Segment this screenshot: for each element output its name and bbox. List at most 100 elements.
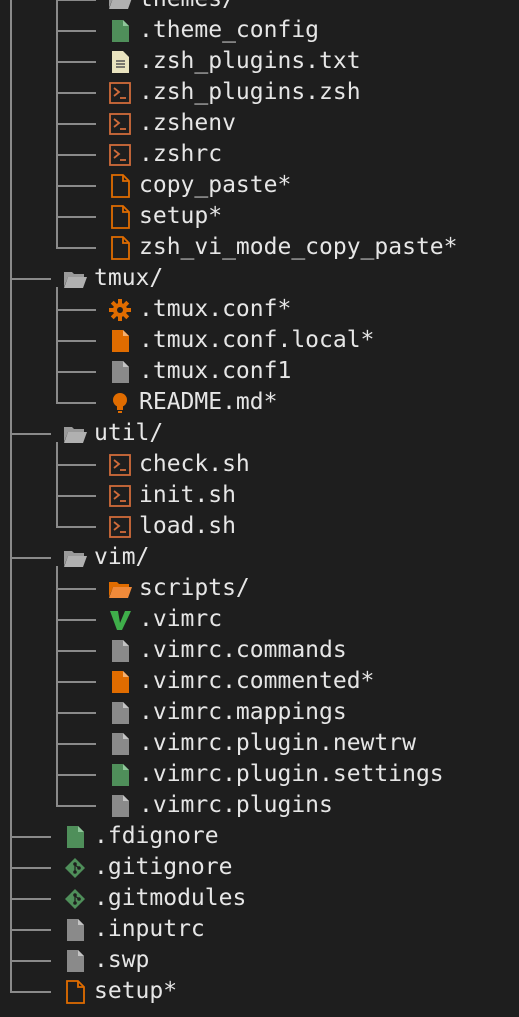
tree-connector	[56, 61, 96, 63]
gear-icon	[108, 298, 132, 322]
file-gray-icon	[63, 949, 87, 973]
file-outline-orange-icon	[63, 980, 87, 1004]
file-name: .vimrc.plugin.settings	[139, 761, 444, 787]
tree-file-row[interactable]: .tmux.conf.local*	[0, 325, 519, 356]
tree-connector	[56, 526, 96, 528]
file-name: setup*	[139, 203, 223, 229]
tree-file-row[interactable]: .gitignore	[0, 852, 519, 883]
file-name: .gitignore	[94, 854, 233, 880]
tree-connector	[56, 619, 96, 621]
tree-file-row[interactable]: .zsh_plugins.zsh	[0, 77, 519, 108]
tree-file-row[interactable]: zsh_vi_mode_copy_paste*	[0, 232, 519, 263]
tree-file-row[interactable]: .theme_config	[0, 15, 519, 46]
tree-connector	[56, 340, 96, 342]
lightbulb-icon	[108, 391, 132, 415]
tree-connector	[56, 743, 96, 745]
tree-file-row[interactable]: load.sh	[0, 511, 519, 542]
tree-connector	[56, 464, 96, 466]
tree-connector	[56, 123, 96, 125]
file-name: .fdignore	[94, 823, 219, 849]
tree-file-row[interactable]: .vimrc.plugin.newtrw	[0, 728, 519, 759]
folder-name: themes/	[139, 0, 236, 15]
tree-connector	[10, 867, 51, 869]
tree-root-line	[10, 0, 12, 992]
file-gray-icon	[108, 701, 132, 725]
shell-script-icon	[108, 143, 132, 167]
tree-connector	[56, 495, 96, 497]
tree-file-row[interactable]: .fdignore	[0, 821, 519, 852]
tree-file-row[interactable]: .gitmodules	[0, 883, 519, 914]
file-name: .zshrc	[139, 141, 223, 167]
tree-connector	[10, 991, 51, 993]
tree-connector	[56, 247, 96, 249]
tree-folder-row[interactable]: vim/	[0, 542, 519, 573]
tree-connector	[56, 154, 96, 156]
shell-script-icon	[108, 515, 132, 539]
tree-file-row[interactable]: .swp	[0, 945, 519, 976]
tree-connector	[10, 433, 51, 435]
file-name: scripts/	[139, 575, 250, 601]
file-name: .gitmodules	[94, 885, 247, 911]
tree-connector	[56, 30, 96, 32]
tree-connector	[56, 371, 96, 373]
tree-connector	[56, 712, 96, 714]
tree-file-row[interactable]: .tmux.conf1	[0, 356, 519, 387]
tree-connector	[56, 774, 96, 776]
tree-branch-line	[56, 442, 58, 527]
tree-connector	[56, 216, 96, 218]
tree-file-row[interactable]: copy_paste*	[0, 170, 519, 201]
tree-connector	[56, 650, 96, 652]
vim-icon	[108, 608, 132, 632]
tree-file-row[interactable]: README.md*	[0, 387, 519, 418]
file-name: init.sh	[139, 482, 236, 508]
tree-file-row[interactable]: .vimrc.plugin.settings	[0, 759, 519, 790]
tree-file-row[interactable]: .vimrc.mappings	[0, 697, 519, 728]
tree-file-row[interactable]: setup*	[0, 201, 519, 232]
file-name: .tmux.conf1	[139, 358, 292, 384]
tree-file-row[interactable]: .tmux.conf*	[0, 294, 519, 325]
file-name: .vimrc.plugin.newtrw	[139, 730, 416, 756]
tree-file-row[interactable]: scripts/	[0, 573, 519, 604]
file-name: .tmux.conf*	[139, 296, 292, 322]
tree-connector	[10, 898, 51, 900]
tree-file-row[interactable]: .inputrc	[0, 914, 519, 945]
tree-folder-row[interactable]: util/	[0, 418, 519, 449]
tree-connector	[10, 929, 51, 931]
file-orange-icon	[108, 670, 132, 694]
file-name: .vimrc	[139, 606, 223, 632]
file-name: .tmux.conf.local*	[139, 327, 375, 353]
file-tree: themes/ .theme_config .zsh_plugins.txt .zsh…	[0, 0, 519, 1017]
folder-name: tmux/	[94, 265, 164, 291]
file-outline-orange-icon	[108, 174, 132, 198]
tree-folder-row[interactable]: themes/	[0, 0, 519, 15]
git-icon	[63, 887, 87, 911]
tree-file-row[interactable]: .zshenv	[0, 108, 519, 139]
file-gray-icon	[108, 732, 132, 756]
tree-connector	[56, 185, 96, 187]
file-outline-orange-icon	[108, 205, 132, 229]
folder-open-icon	[63, 267, 87, 291]
tree-file-row[interactable]: .vimrc.commands	[0, 635, 519, 666]
file-green-icon	[63, 825, 87, 849]
tree-connector	[56, 402, 96, 404]
file-name: README.md*	[139, 389, 278, 415]
tree-file-row[interactable]: .vimrc	[0, 604, 519, 635]
shell-script-icon	[108, 112, 132, 136]
tree-file-row[interactable]: .vimrc.commented*	[0, 666, 519, 697]
tree-file-row[interactable]: .zshrc	[0, 139, 519, 170]
tree-connector	[56, 309, 96, 311]
tree-connector	[10, 960, 51, 962]
shell-script-icon	[108, 453, 132, 477]
file-name: .zsh_plugins.txt	[139, 48, 361, 74]
tree-connector	[10, 557, 51, 559]
git-icon	[63, 856, 87, 880]
tree-file-row[interactable]: check.sh	[0, 449, 519, 480]
file-name: .vimrc.plugins	[139, 792, 333, 818]
tree-file-row[interactable]: .zsh_plugins.txt	[0, 46, 519, 77]
tree-file-row[interactable]: setup*	[0, 976, 519, 1007]
tree-file-row[interactable]: .vimrc.plugins	[0, 790, 519, 821]
shell-script-icon	[108, 81, 132, 105]
file-name: .vimrc.mappings	[139, 699, 347, 725]
tree-folder-row[interactable]: tmux/	[0, 263, 519, 294]
tree-file-row[interactable]: init.sh	[0, 480, 519, 511]
